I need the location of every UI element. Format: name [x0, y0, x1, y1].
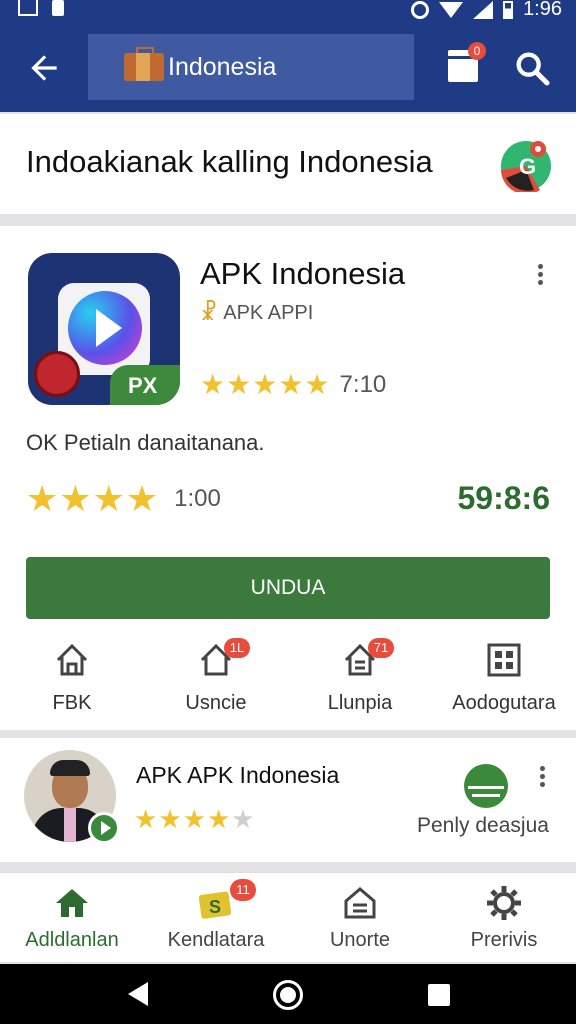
star-icon: ★ [206, 804, 231, 834]
seal-icon [34, 351, 80, 397]
battery-icon [503, 0, 514, 19]
nav-item-kendlatara[interactable]: S 11 Kendlatara [144, 873, 288, 962]
nav-label: Adldlanlan [25, 929, 119, 951]
shortcut-llunpia[interactable]: 71 Llunpia [288, 638, 432, 720]
nav-label: Prerivis [470, 929, 538, 951]
shortcut-label: Usncie [185, 692, 247, 714]
status-time: 1:96 [523, 0, 562, 20]
developer-icon: ☧ [200, 300, 218, 325]
wifi-icon [439, 1, 464, 18]
related-app-title: APK APK Indonesia [136, 762, 340, 788]
heading-card: Indoakianak kalling Indonesia [0, 114, 576, 214]
shortcut-aodogutara[interactable]: Aodogutara [432, 640, 576, 720]
svg-text:S: S [209, 897, 221, 917]
system-home-icon[interactable] [273, 980, 303, 1010]
shortcut-row: FBK 1L Usncie 71 Llunpia Aodogutara [0, 638, 576, 720]
notifications-button[interactable]: 0 [448, 42, 486, 84]
home-icon [56, 889, 88, 917]
shortcut-label: Aodogutara [452, 692, 556, 714]
shortcut-label: FBK [52, 692, 92, 714]
grid-icon [487, 643, 521, 677]
shortcut-usncie[interactable]: 1L Usncie [144, 638, 288, 720]
shortcut-badge: 71 [368, 638, 394, 658]
back-button[interactable] [22, 46, 66, 90]
sd-icon [52, 0, 64, 16]
developer-name: APK APPI [223, 301, 314, 324]
star-icon: ★ [278, 369, 304, 400]
notification-badge: 0 [468, 42, 486, 60]
star-icon: ★ [59, 478, 92, 519]
house-icon [344, 887, 376, 919]
gallery-icon [18, 0, 38, 16]
related-overflow-menu-button[interactable] [532, 766, 552, 792]
system-navigation-bar [0, 964, 576, 1024]
nav-label: Kendlatara [167, 929, 265, 951]
page-title: Indoakianak kalling Indonesia [26, 144, 433, 179]
search-button[interactable] [512, 48, 552, 88]
svg-text:G: G [519, 154, 536, 179]
nav-badge: 11 [230, 879, 256, 901]
rating-stars: ★ ★ ★ ★ ★ [200, 368, 330, 401]
related-subtitle: Penly deasjua [417, 814, 549, 837]
star-icon: ★ [26, 478, 59, 519]
app-icon[interactable]: PX [28, 253, 180, 405]
shortcut-label: Llunpia [327, 692, 393, 714]
install-button[interactable]: UNDUA [26, 557, 550, 619]
star-icon: ★ [134, 804, 158, 834]
play-badge-icon [88, 812, 120, 844]
app-icon-badge: PX [110, 365, 180, 405]
bag-icon [124, 47, 164, 81]
bottom-navigation: Adldlanlan S 11 Kendlatara Unorte Preriv… [0, 872, 576, 962]
developer-row[interactable]: ☧ APK APPI [200, 300, 313, 326]
rating-stars-secondary: ★ ★ ★ ★ [26, 478, 158, 520]
star-icon: ★ [92, 478, 125, 519]
star-icon: ★ [182, 804, 206, 834]
system-recents-icon[interactable] [428, 984, 450, 1006]
rating-label: 7:10 [339, 370, 387, 398]
search-input-value: Indonesia [168, 52, 277, 81]
star-icon: ★ [252, 369, 278, 400]
app-name: APK Indonesia [200, 256, 406, 291]
rating-secondary-label: 1:00 [174, 485, 221, 512]
star-icon: ★ [158, 804, 182, 834]
nav-item-unorte[interactable]: Unorte [288, 873, 432, 962]
status-right-icons: 1:96 [411, 0, 562, 21]
download-count: 59:8:6 [457, 480, 551, 516]
star-icon: ★ [200, 369, 226, 400]
ring-icon [411, 0, 430, 19]
app-rating: ★ ★ ★ ★ ★ 7:10 [200, 368, 386, 401]
gear-icon [487, 886, 521, 920]
status-left-icons [18, 0, 64, 16]
arrow-left-icon [31, 55, 57, 81]
app-rating-secondary: ★ ★ ★ ★ 1:00 [26, 478, 221, 520]
search-input[interactable]: Indonesia [88, 34, 414, 100]
star-icon: ★ [125, 478, 159, 519]
nav-item-prerivis[interactable]: Prerivis [432, 873, 576, 962]
related-logo-icon [464, 764, 508, 808]
app-description: OK Petialn danaitanana. [26, 430, 265, 455]
play-icon [68, 291, 142, 365]
home-icon [56, 643, 88, 676]
top-app-bar: Indonesia 0 [0, 24, 576, 112]
shortcut-badge: 1L [224, 638, 250, 658]
signal-icon [473, 0, 494, 19]
related-rating-stars: ★ ★ ★ ★ ★ [134, 804, 255, 835]
star-icon: ★ [226, 369, 252, 400]
shortcut-fbk[interactable]: FBK [0, 640, 144, 720]
app-overflow-menu-button[interactable] [530, 264, 550, 290]
nav-label: Unorte [329, 929, 391, 951]
search-icon [516, 52, 550, 86]
nav-item-home[interactable]: Adldlanlan [0, 873, 144, 962]
status-bar: 1:96 [0, 0, 576, 24]
star-icon: ★ [304, 369, 330, 400]
star-icon: ★ [231, 804, 255, 834]
system-back-icon[interactable] [128, 982, 148, 1006]
maps-icon[interactable]: G [500, 140, 552, 192]
